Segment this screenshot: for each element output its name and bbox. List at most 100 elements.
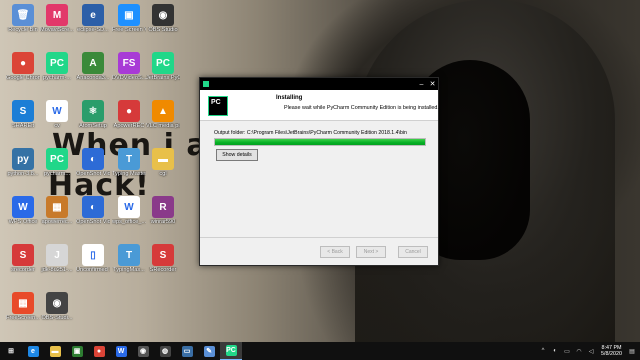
taskbar-button[interactable]: ◉ [132,342,154,360]
jdk-icon: J [46,244,68,266]
desktop-icon-label: SHAREit [11,123,35,129]
installer-titlebar[interactable]: – ✕ [200,78,438,90]
obs-taskbar-icon: ◉ [137,345,149,357]
apowerrec-icon: ● [118,100,140,122]
desktop-icon-label: OpenShot Video Editor [76,219,110,225]
desktop-icon[interactable]: A Anaconda3... [76,52,110,92]
desktop-icon[interactable]: ◉ OBS Studio [146,4,180,44]
typing-master-icon: T [118,148,140,170]
desktop-icon[interactable]: 🗑 Recycle Bin [6,4,40,44]
desktop-icon-label: Unconfirmed 172065.crd... [76,267,110,273]
desktop-icon[interactable]: PC pycharm-... [40,52,74,92]
taskbar-button[interactable]: ▭ [176,342,198,360]
desktop-icon[interactable]: ◉ OBS-Studi... [40,292,74,332]
desktop-icon[interactable]: S SHAREit [6,100,40,140]
taskbar-button[interactable]: ● [88,342,110,360]
desktop-icon[interactable]: ◐OpenShot Video Editor [76,196,110,236]
desktop-icon[interactable]: ●Google Chrome [6,52,40,92]
app-icon [203,81,209,87]
desktop-icon[interactable]: M MovaviScre... [40,4,74,44]
desktop-icon-label: pycharm-... [43,75,71,81]
desktop-icon[interactable]: W WPS Office [6,196,40,236]
chrome-icon: ● [12,52,34,74]
python-icon: py [12,148,34,170]
file-icon: W [46,100,68,122]
desktop-icon-label: pycharm... [43,171,71,177]
desktop-icon[interactable]: ▲VLC media player [146,100,180,140]
desktop-icon[interactable]: ◐OpenShot Video ... [76,148,110,188]
desktop-icon[interactable]: ▦ FreeScreen... [6,292,40,332]
installer-subheading: Please wait while PyCharm Community Edit… [284,105,439,111]
desktop-icon-label: srecorder [11,267,35,273]
taskbar-button[interactable]: ▣ [66,342,88,360]
installer-window[interactable]: – ✕ PC Installing Please wait while PyCh… [199,77,439,266]
taskbar-button[interactable]: PC [220,342,242,360]
pycharm-logo-icon: PC [208,96,228,116]
cancel-button[interactable]: Cancel [398,246,428,258]
system-tray: ^ ◐ ▭ ◠ ◁ 8:47 PM 5/8/2020 ▤ [537,342,638,360]
taskbar-button[interactable]: ✎ [198,342,220,360]
desktop-icon[interactable]: py python-3.8... [6,148,40,188]
winrar-icon: R [152,196,174,218]
network-icon[interactable]: ◐ [551,347,559,355]
desktop-icon[interactable]: ▬ cgl [146,148,180,188]
desktop-icon-label: OpenShot Video ... [76,171,110,177]
dvdvideosoft-icon: FS [118,52,140,74]
desktop-icon[interactable]: PC pycharm... [40,148,74,188]
notification-chevron-icon[interactable]: ^ [539,347,547,355]
shareit-icon: S [12,100,34,122]
next-button[interactable]: Next > [356,246,386,258]
desktop-icon[interactable]: Wwps_office_... [112,196,146,236]
chrome-taskbar-icon: ● [93,345,105,357]
taskbar-button[interactable]: ◍ [154,342,176,360]
desktop-icon[interactable]: Ssrecorder [6,244,40,284]
desktop-icon[interactable]: Rwinrar590 [146,196,180,236]
desktop-icon-label: OBS-Studi... [41,315,73,321]
volume-icon[interactable]: ◁ [587,347,595,355]
desktop-icon[interactable]: ⚛ AtomSetup [76,100,110,140]
taskbar-items: ⊞ e ▬ ▣ ● W ◉ ◍ ▭ ✎ PC [0,342,242,360]
taskbar-button[interactable]: W [110,342,132,360]
freescreen-installer-icon: ▦ [12,292,34,314]
wifi-icon[interactable]: ◠ [575,347,583,355]
desktop-icon-label: ApowerREC [113,123,145,129]
desktop-icon[interactable]: e eclipse-SD... [76,4,110,44]
desktop-icon-label: WPS Office [8,219,38,225]
xbox-icon: ▣ [71,345,83,357]
installer-heading: Installing [276,95,303,101]
desktop-icon[interactable]: PCJetBrains PyCharm ... [146,52,180,92]
desktop-icon[interactable]: ▦ apowerrec... [40,196,74,236]
action-center-icon[interactable]: ▤ [628,347,636,355]
desktop-icon[interactable]: FSDVDVideoS... FreeStudio [112,52,146,92]
desktop: When i am Hack! 🗑 Recycle Bin M MovaviScre.… [0,0,640,342]
taskbar-button[interactable]: e [22,342,44,360]
desktop-icon[interactable]: Wcv [40,100,74,140]
desktop-icon[interactable]: S SRecorder [146,244,180,284]
eclipse-shortcut-icon: e [82,4,104,26]
desktop-icon[interactable]: ▣Free Screen Video Re... [112,4,146,44]
clock[interactable]: 8:47 PM 5/8/2020 [601,345,622,358]
taskbar-button[interactable]: ⊞ [0,342,22,360]
minimize-icon[interactable]: – [416,78,427,90]
desktop-icon-label: jdk-8u251-... [41,267,73,273]
obs-installer-icon: ◉ [46,292,68,314]
back-button[interactable]: < Back [320,246,350,258]
camera-icon: ◍ [159,345,171,357]
desktop-icon[interactable]: ● ApowerREC [112,100,146,140]
desktop-icon[interactable]: Jjdk-8u251-... [40,244,74,284]
recycle-bin-icon: 🗑 [12,4,34,26]
close-icon[interactable]: ✕ [427,78,438,90]
desktop-icon-label: Google Chrome [6,75,40,81]
taskbar-button[interactable]: ▬ [44,342,66,360]
desktop-icon-label: wps_office_... [112,219,146,225]
apowerrec-installer-icon: ▦ [46,196,68,218]
show-details-button[interactable]: Show details [216,149,258,161]
desktop-icon[interactable]: T TypingMas... [112,244,146,284]
battery-icon[interactable]: ▭ [563,347,571,355]
desktop-icon-label: python-3.8... [7,171,39,177]
desktop-icon[interactable]: ▯Unconfirmed 172065.crd... [76,244,110,284]
installer-footer: < Back Next > Cancel [200,237,438,265]
desktop-icon[interactable]: TTyping Master 10 [112,148,146,188]
desktop-icon-label: MovaviScre... [40,27,74,33]
vlc-icon: ▲ [152,100,174,122]
